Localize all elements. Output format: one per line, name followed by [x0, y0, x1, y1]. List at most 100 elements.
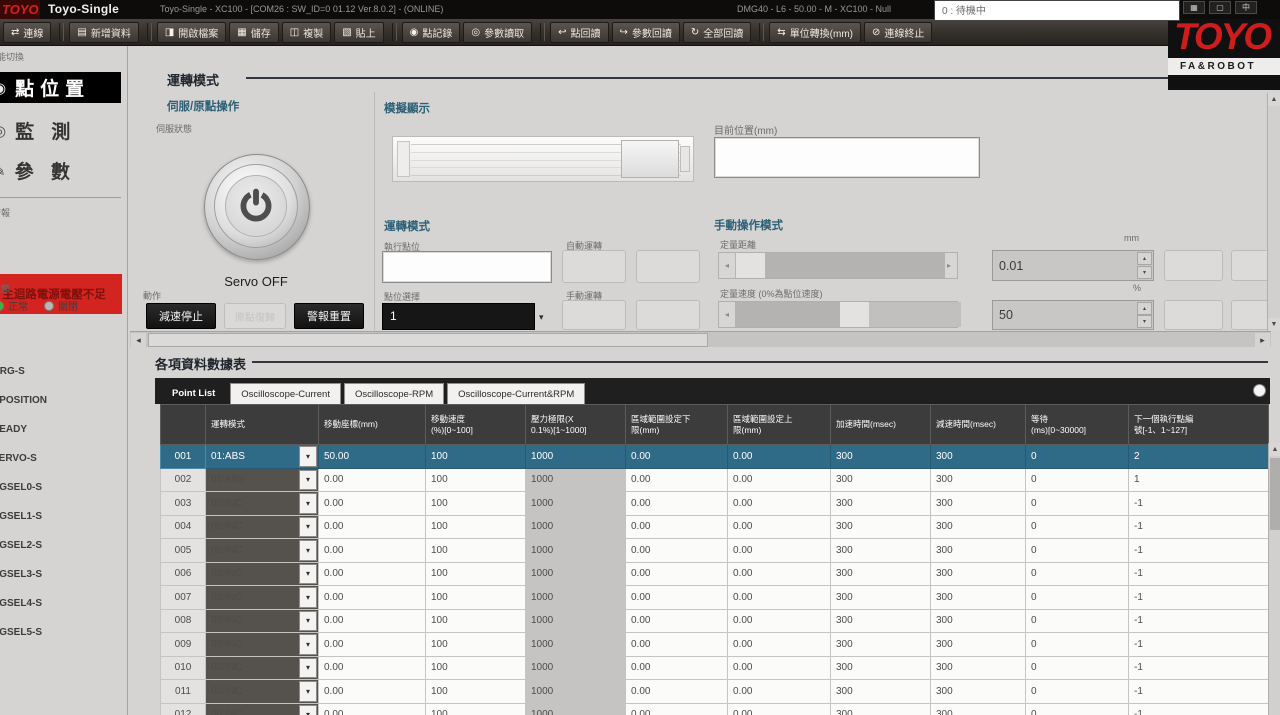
row-number-cell[interactable]: 004: [161, 515, 206, 539]
cell-dec[interactable]: 300: [931, 468, 1026, 492]
distance-slider-thumb[interactable]: [765, 253, 945, 278]
jog-minus-button[interactable]: [562, 300, 626, 330]
row-number-cell[interactable]: 002: [161, 468, 206, 492]
scroll-left-icon[interactable]: ◂: [131, 333, 146, 347]
tab-oscilloscope-current[interactable]: Oscilloscope-Current: [230, 383, 341, 404]
cell-acc[interactable]: 300: [831, 703, 931, 715]
slider-left-arrow-icon[interactable]: ◂: [719, 253, 736, 278]
cell-wait[interactable]: 0: [1026, 703, 1129, 715]
jog-plus-button[interactable]: [636, 300, 700, 330]
cell-dec[interactable]: 300: [931, 609, 1026, 633]
decel-stop-button[interactable]: 減速停止: [146, 303, 216, 329]
cell-zone_low[interactable]: 0.00: [626, 492, 728, 516]
table-scrollbar-thumb[interactable]: [1270, 458, 1280, 530]
cell-mode[interactable]: 00:INC▾: [206, 515, 319, 539]
cell-dec[interactable]: 300: [931, 445, 1026, 469]
mode-dropdown-button[interactable]: ▾: [299, 705, 317, 715]
cell-speed[interactable]: 100: [426, 586, 526, 610]
sidebar-item-point-position[interactable]: ◉點位置: [0, 72, 121, 103]
cell-speed[interactable]: 100: [426, 468, 526, 492]
cell-dec[interactable]: 300: [931, 633, 1026, 657]
alarm-reset-button[interactable]: 警報重置: [294, 303, 364, 329]
cell-wait[interactable]: 0: [1026, 656, 1129, 680]
cell-zone_low[interactable]: 0.00: [626, 680, 728, 704]
cell-pressure[interactable]: 1000: [526, 633, 626, 657]
cell-zone_low[interactable]: 0.00: [626, 633, 728, 657]
mode-dropdown-button[interactable]: ▾: [299, 658, 317, 679]
cell-speed[interactable]: 100: [426, 492, 526, 516]
exec-point-field[interactable]: [382, 251, 552, 283]
mode-dropdown-button[interactable]: ▾: [299, 517, 317, 538]
mode-dropdown-button[interactable]: ▾: [299, 540, 317, 561]
cell-coord[interactable]: 0.00: [319, 680, 426, 704]
mode-dropdown-button[interactable]: ▾: [299, 634, 317, 655]
tab-strip-circle-icon[interactable]: [1253, 384, 1266, 397]
cell-next[interactable]: -1: [1129, 633, 1269, 657]
cell-dec[interactable]: 300: [931, 680, 1026, 704]
toolbar-button-paste[interactable]: ▧貼上: [334, 22, 383, 43]
speed-stepper[interactable]: 50 ▴ ▾: [992, 300, 1154, 330]
cell-zone_high[interactable]: 0.00: [728, 539, 831, 563]
row-number-cell[interactable]: 012: [161, 703, 206, 715]
row-number-cell[interactable]: 008: [161, 609, 206, 633]
cell-zone_high[interactable]: 0.00: [728, 609, 831, 633]
cell-dec[interactable]: 300: [931, 703, 1026, 715]
cell-coord[interactable]: 0.00: [319, 515, 426, 539]
cell-mode[interactable]: 00:INC▾: [206, 492, 319, 516]
cell-wait[interactable]: 0: [1026, 586, 1129, 610]
cell-coord[interactable]: 0.00: [319, 586, 426, 610]
cell-speed[interactable]: 100: [426, 562, 526, 586]
cell-mode[interactable]: 00:INC▾: [206, 586, 319, 610]
cell-pressure[interactable]: 1000: [526, 445, 626, 469]
spin-up-icon[interactable]: ▴: [1137, 252, 1152, 265]
toolbar-button-point-record[interactable]: ◉點記錄: [402, 22, 461, 43]
cell-zone_high[interactable]: 0.00: [728, 586, 831, 610]
cell-dec[interactable]: 300: [931, 539, 1026, 563]
cell-acc[interactable]: 300: [831, 656, 931, 680]
horizontal-scrollbar-thumb[interactable]: [148, 333, 708, 347]
toolbar-button-param-read[interactable]: ◎參數讀取: [463, 22, 532, 43]
row-number-cell[interactable]: 011: [161, 680, 206, 704]
cell-pressure[interactable]: 1000: [526, 703, 626, 715]
cell-zone_low[interactable]: 0.00: [626, 515, 728, 539]
scroll-up-icon[interactable]: ▲: [1268, 93, 1280, 106]
sidebar-item-monitor[interactable]: ◎監 測: [0, 115, 121, 146]
cell-acc[interactable]: 300: [831, 680, 931, 704]
cell-zone_low[interactable]: 0.00: [626, 609, 728, 633]
cell-next[interactable]: 1: [1129, 468, 1269, 492]
cell-next[interactable]: -1: [1129, 703, 1269, 715]
slider-left-arrow-icon[interactable]: ◂: [719, 302, 736, 327]
cell-zone_low[interactable]: 0.00: [626, 656, 728, 680]
row-number-cell[interactable]: 006: [161, 562, 206, 586]
cell-next[interactable]: -1: [1129, 539, 1269, 563]
jog-back-button[interactable]: [1164, 300, 1223, 330]
toolbar-button-new-data[interactable]: ▤新增資料: [69, 22, 138, 43]
cell-dec[interactable]: 300: [931, 492, 1026, 516]
cell-acc[interactable]: 300: [831, 515, 931, 539]
sidebar-item-parameter[interactable]: ✎參 數: [0, 155, 121, 186]
scroll-down-icon[interactable]: ▼: [1268, 318, 1280, 331]
scroll-up-icon[interactable]: ▲: [1269, 443, 1280, 456]
cell-wait[interactable]: 0: [1026, 562, 1129, 586]
cell-coord[interactable]: 0.00: [319, 609, 426, 633]
cell-coord[interactable]: 0.00: [319, 703, 426, 715]
row-number-cell[interactable]: 001: [161, 445, 206, 469]
cell-speed[interactable]: 100: [426, 609, 526, 633]
cell-zone_high[interactable]: 0.00: [728, 515, 831, 539]
cell-zone_low[interactable]: 0.00: [626, 703, 728, 715]
cell-speed[interactable]: 100: [426, 680, 526, 704]
cell-wait[interactable]: 0: [1026, 515, 1129, 539]
servo-power-button[interactable]: [204, 154, 310, 260]
cell-pressure[interactable]: 1000: [526, 539, 626, 563]
toolbar-button-connect[interactable]: ⇄連線: [3, 22, 51, 43]
distance-stepper[interactable]: 0.01 ▴ ▾: [992, 250, 1154, 281]
cell-pressure[interactable]: 1000: [526, 656, 626, 680]
cell-speed[interactable]: 100: [426, 515, 526, 539]
cell-zone_high[interactable]: 0.00: [728, 468, 831, 492]
cell-wait[interactable]: 0: [1026, 445, 1129, 469]
keyboard-icon[interactable]: ▦: [1183, 1, 1205, 14]
cell-zone_high[interactable]: 0.00: [728, 562, 831, 586]
cell-mode[interactable]: 00:INC▾: [206, 609, 319, 633]
mode-dropdown-button[interactable]: ▾: [299, 446, 317, 467]
toolbar-button-param-readback[interactable]: ↪參數回讀: [612, 22, 680, 43]
